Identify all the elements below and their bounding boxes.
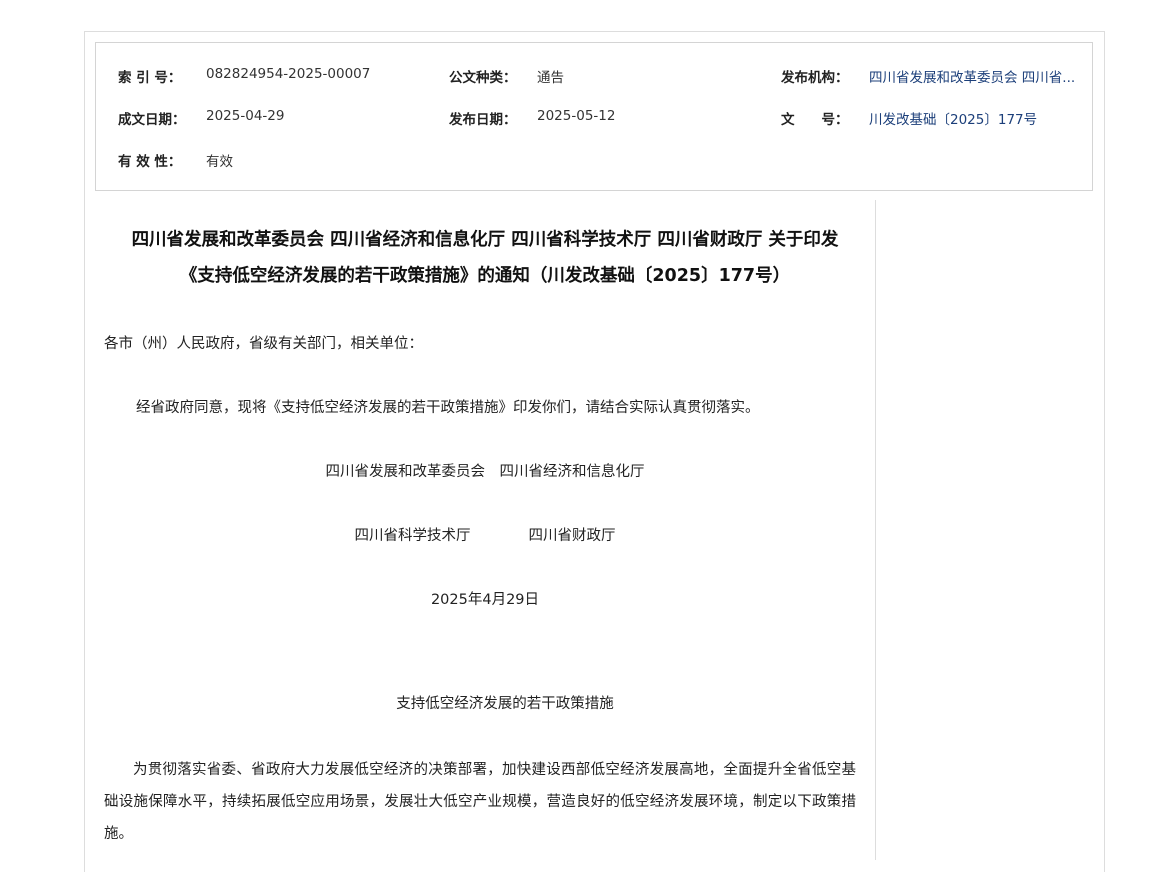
meta-row-1: 索 引 号： 082824954-2025-00007 公文种类： 通告 发布机… (96, 66, 1092, 86)
written-date-value: 2025-04-29 (206, 108, 285, 124)
type-value: 通告 (537, 70, 564, 86)
article-title-line-1: 四川省发展和改革委员会 四川省经济和信息化厅 四川省科学技术厅 四川省财政厅 关… (131, 230, 839, 250)
document-metadata-panel: 索 引 号： 082824954-2025-00007 公文种类： 通告 发布机… (95, 42, 1093, 191)
column-divider (875, 200, 876, 860)
index-value: 082824954-2025-00007 (206, 66, 371, 82)
issuer-label: 发布机构： (781, 70, 849, 86)
signers-line-2: 四川省科学技术厅 四川省财政厅 (354, 528, 616, 544)
article-title-line-2: 《支持低空经济发展的若干政策措施》的通知（川发改基础〔2025〕177号） (179, 266, 791, 286)
body-paragraph: 为贯彻落实省委、省政府大力发展低空经济的决策部署，加快建设西部低空经济发展高地，… (104, 762, 856, 842)
meta-row-2: 成文日期： 2025-04-29 发布日期： 2025-05-12 文 号： 川… (96, 108, 1092, 128)
meta-row-3: 有 效 性： 有效 (96, 150, 1092, 170)
article-title: 四川省发展和改革委员会 四川省经济和信息化厅 四川省科学技术厅 四川省财政厅 关… (100, 222, 870, 294)
article-body: 四川省发展和改革委员会 四川省经济和信息化厅 四川省科学技术厅 四川省财政厅 关… (100, 222, 870, 842)
signing-date: 2025年4月29日 (430, 592, 540, 608)
policy-subtitle: 支持低空经济发展的若干政策措施 (396, 696, 614, 712)
intro-paragraph: 经省政府同意，现将《支持低空经济发展的若干政策措施》印发你们，请结合实际认真贯彻… (136, 400, 760, 416)
issuer-value[interactable]: 四川省发展和改革委员会 四川省... (869, 66, 1075, 86)
validity-value: 有效 (206, 154, 233, 170)
index-label: 索 引 号： (118, 70, 182, 86)
doc-number-label: 文 号： (781, 112, 849, 128)
validity-label: 有 效 性： (118, 154, 182, 170)
published-date-label: 发布日期： (449, 112, 517, 128)
type-label: 公文种类： (449, 70, 517, 86)
written-date-label: 成文日期： (118, 112, 186, 128)
published-date-value: 2025-05-12 (537, 108, 616, 124)
salutation: 各市（州）人民政府，省级有关部门，相关单位： (104, 336, 423, 352)
signers-line-1: 四川省发展和改革委员会 四川省经济和信息化厅 (325, 464, 645, 480)
doc-number-value: 川发改基础〔2025〕177号 (869, 112, 1038, 128)
